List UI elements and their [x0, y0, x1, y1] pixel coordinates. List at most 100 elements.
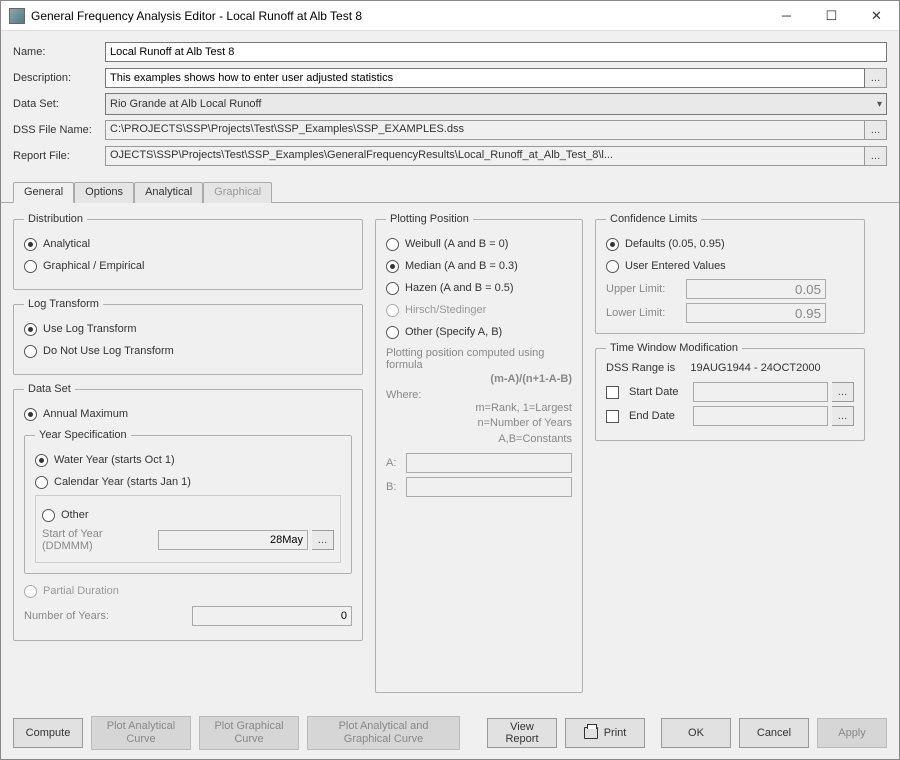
titlebar: General Frequency Analysis Editor - Loca… — [1, 1, 899, 31]
median-radio[interactable] — [386, 260, 399, 273]
header-form: Name: Description: … Data Set: Rio Grand… — [1, 31, 899, 175]
annual-maximum-label: Annual Maximum — [43, 408, 128, 420]
cancel-button[interactable]: Cancel — [739, 718, 809, 748]
description-input[interactable] — [105, 68, 865, 88]
footer-bar: Compute Plot Analytical Curve Plot Graph… — [1, 711, 899, 759]
end-date-label: End Date — [629, 410, 689, 422]
a-input — [406, 453, 572, 473]
plotting-position-legend: Plotting Position — [386, 213, 473, 225]
plotting-computed-text: Plotting position computed using formula — [386, 347, 572, 371]
dss-range-line: DSS Range is 19AUG1944 - 24OCT2000 — [606, 362, 854, 374]
confidence-user-label: User Entered Values — [625, 260, 726, 272]
data-set-group: Data Set Annual Maximum Year Specificati… — [13, 383, 363, 641]
report-file-label: Report File: — [13, 150, 105, 162]
annual-maximum-radio[interactable] — [24, 408, 37, 421]
distribution-analytical-label: Analytical — [43, 238, 90, 250]
start-date-picker-button[interactable]: … — [832, 382, 854, 402]
where-label: Where: — [386, 389, 572, 401]
where-lines: m=Rank, 1=Largest n=Number of Years A,B=… — [386, 401, 572, 447]
other-plotting-label: Other (Specify A, B) — [405, 326, 502, 338]
tab-general[interactable]: General — [13, 182, 74, 203]
description-ellipsis-button[interactable]: … — [865, 68, 887, 88]
hazen-radio[interactable] — [386, 282, 399, 295]
upper-limit-input — [686, 279, 826, 299]
confidence-limits-group: Confidence Limits Defaults (0.05, 0.95) … — [595, 213, 865, 334]
start-date-input — [693, 382, 828, 402]
year-specification-group: Year Specification Water Year (starts Oc… — [24, 429, 352, 574]
minimize-button[interactable]: ─ — [764, 1, 809, 30]
end-date-checkbox[interactable] — [606, 410, 619, 423]
weibull-label: Weibull (A and B = 0) — [405, 238, 508, 250]
time-window-group: Time Window Modification DSS Range is 19… — [595, 342, 865, 441]
name-input[interactable] — [105, 42, 887, 62]
view-report-button[interactable]: View Report — [487, 718, 557, 748]
dss-file-field: C:\PROJECTS\SSP\Projects\Test\SSP_Exampl… — [105, 120, 865, 140]
no-log-transform-label: Do Not Use Log Transform — [43, 345, 174, 357]
start-date-checkbox[interactable] — [606, 386, 619, 399]
tab-graphical: Graphical — [203, 182, 272, 203]
data-set-legend: Data Set — [24, 383, 75, 395]
dataset-combo[interactable]: Rio Grande at Alb Local Runoff ▾ — [105, 93, 887, 115]
plot-graphical-curve-button: Plot Graphical Curve — [199, 716, 299, 750]
maximize-button[interactable]: ☐ — [809, 1, 854, 30]
use-log-transform-label: Use Log Transform — [43, 323, 137, 335]
column-middle: Plotting Position Weibull (A and B = 0) … — [375, 213, 583, 701]
weibull-radio[interactable] — [386, 238, 399, 251]
column-right: Confidence Limits Defaults (0.05, 0.95) … — [595, 213, 865, 701]
other-year-radio[interactable] — [42, 509, 55, 522]
partial-duration-radio — [24, 585, 37, 598]
confidence-user-radio[interactable] — [606, 260, 619, 273]
window-title: General Frequency Analysis Editor - Loca… — [31, 9, 764, 23]
number-of-years-label: Number of Years: — [24, 610, 188, 622]
start-of-year-label: Start of Year (DDMMM) — [42, 528, 154, 552]
distribution-graphical-radio[interactable] — [24, 260, 37, 273]
dataset-combo-value: Rio Grande at Alb Local Runoff — [110, 98, 261, 110]
time-window-legend: Time Window Modification — [606, 342, 742, 354]
confidence-defaults-radio[interactable] — [606, 238, 619, 251]
dss-range-label: DSS Range is — [606, 362, 675, 374]
calendar-year-radio[interactable] — [35, 476, 48, 489]
tab-analytical[interactable]: Analytical — [134, 182, 203, 203]
where-line-1: m=Rank, 1=Largest — [386, 401, 572, 416]
number-of-years-input — [192, 606, 352, 626]
close-button[interactable]: ✕ — [854, 1, 899, 30]
log-transform-legend: Log Transform — [24, 298, 103, 310]
water-year-radio[interactable] — [35, 454, 48, 467]
compute-button[interactable]: Compute — [13, 718, 83, 748]
use-log-transform-radio[interactable] — [24, 323, 37, 336]
dataset-label: Data Set: — [13, 98, 105, 110]
end-date-input — [693, 406, 828, 426]
dss-file-browse-button[interactable]: … — [865, 120, 887, 140]
no-log-transform-radio[interactable] — [24, 345, 37, 358]
plotting-formula: (m-A)/(n+1-A-B) — [386, 373, 572, 385]
where-line-3: A,B=Constants — [386, 432, 572, 447]
distribution-group: Distribution Analytical Graphical / Empi… — [13, 213, 363, 290]
year-specification-legend: Year Specification — [35, 429, 131, 441]
start-of-year-picker-button[interactable]: … — [312, 530, 334, 550]
report-file-browse-button[interactable]: … — [865, 146, 887, 166]
distribution-legend: Distribution — [24, 213, 87, 225]
ok-button[interactable]: OK — [661, 718, 731, 748]
general-panel: Distribution Analytical Graphical / Empi… — [1, 203, 899, 711]
distribution-analytical-radio[interactable] — [24, 238, 37, 251]
chevron-down-icon: ▾ — [877, 99, 882, 110]
dss-file-label: DSS File Name: — [13, 124, 105, 136]
confidence-limits-legend: Confidence Limits — [606, 213, 701, 225]
other-year-label: Other — [61, 509, 89, 521]
b-label: B: — [386, 481, 400, 493]
end-date-picker-button[interactable]: … — [832, 406, 854, 426]
report-file-field: OJECTS\SSP\Projects\Test\SSP_Examples\Ge… — [105, 146, 865, 166]
other-plotting-radio[interactable] — [386, 326, 399, 339]
hirsch-label: Hirsch/Stedinger — [405, 304, 486, 316]
upper-limit-label: Upper Limit: — [606, 283, 686, 295]
start-date-label: Start Date — [629, 386, 689, 398]
distribution-graphical-label: Graphical / Empirical — [43, 260, 144, 272]
window-controls: ─ ☐ ✕ — [764, 1, 899, 30]
log-transform-group: Log Transform Use Log Transform Do Not U… — [13, 298, 363, 375]
start-of-year-input — [158, 530, 308, 550]
median-label: Median (A and B = 0.3) — [405, 260, 518, 272]
tab-options[interactable]: Options — [74, 182, 134, 203]
hazen-label: Hazen (A and B = 0.5) — [405, 282, 514, 294]
print-button[interactable]: Print — [565, 718, 645, 748]
apply-button: Apply — [817, 718, 887, 748]
